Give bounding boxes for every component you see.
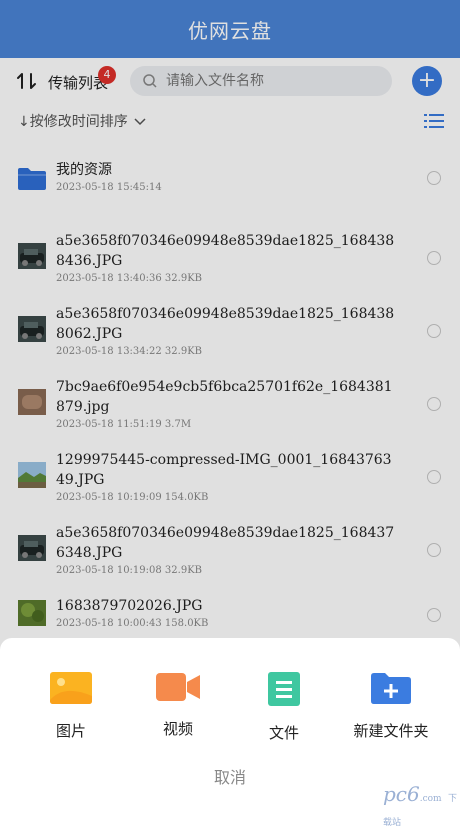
watermark-text: pc6 xyxy=(383,782,420,806)
upload-image-button[interactable]: 图片 xyxy=(21,672,121,741)
action-label: 视频 xyxy=(162,720,193,738)
new-folder-button[interactable]: 新建文件夹 xyxy=(341,672,441,741)
video-icon xyxy=(156,673,200,701)
image-icon xyxy=(50,672,92,704)
document-icon xyxy=(268,672,300,706)
action-label: 新建文件夹 xyxy=(353,722,429,740)
watermark-logo: pc6.com 下载站 xyxy=(383,782,460,830)
action-label: 文件 xyxy=(268,724,299,742)
new-folder-icon xyxy=(371,673,411,704)
app-screen: 优网云盘 传输列表 4 + ↓按修改时间排序 xyxy=(0,0,460,828)
upload-video-button[interactable]: 视频 xyxy=(128,672,228,739)
action-label: 图片 xyxy=(55,722,86,740)
upload-document-button[interactable]: 文件 xyxy=(234,672,334,743)
watermark-domain: .com xyxy=(419,794,442,804)
